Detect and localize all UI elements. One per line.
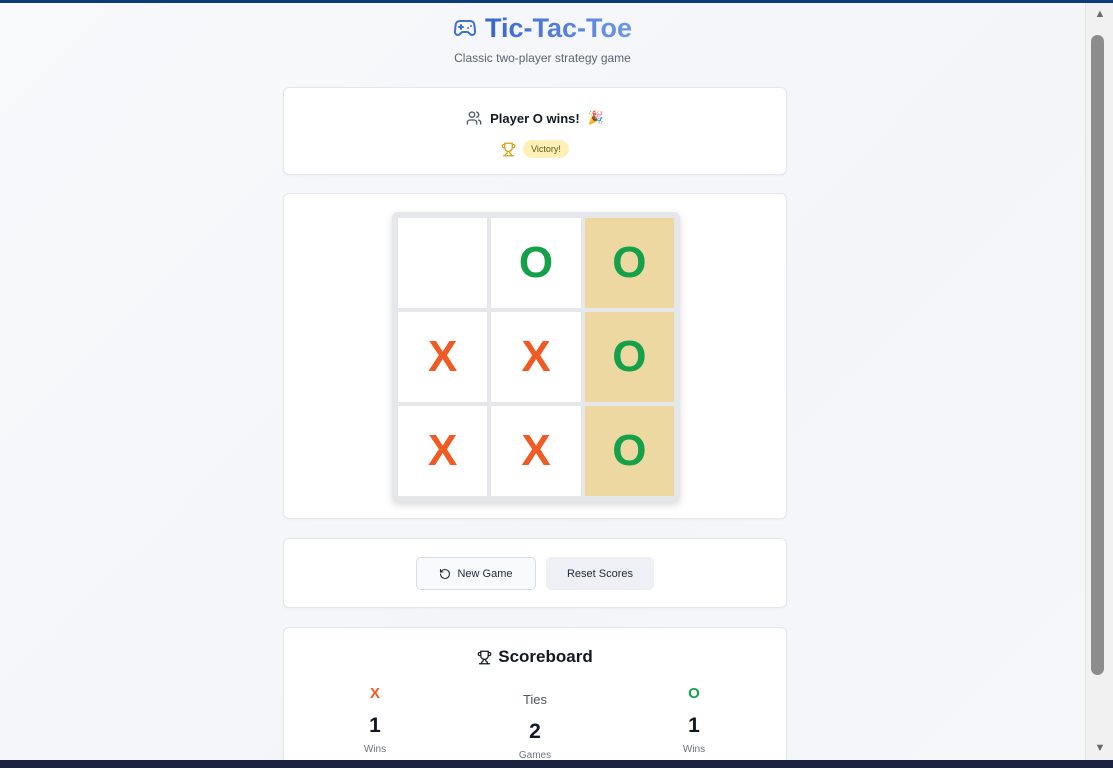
status-card: Player O wins! 🎉 Victory! <box>283 87 787 175</box>
new-game-label: New Game <box>457 567 513 580</box>
game-board: O O X X O X X O <box>392 212 680 502</box>
board-cell-4[interactable]: X <box>398 312 488 402</box>
board-cell-6[interactable]: O <box>584 312 674 402</box>
users-icon <box>466 111 482 125</box>
new-game-button[interactable]: New Game <box>416 557 536 590</box>
score-x: X 1 Wins <box>315 684 435 755</box>
trophy-icon <box>501 142 516 156</box>
controls-row: New Game Reset Scores <box>284 557 786 590</box>
board-cell-5[interactable]: X <box>491 312 581 402</box>
board-cell-8[interactable]: X <box>491 406 581 496</box>
score-x-label: X <box>369 685 380 702</box>
reset-scores-label: Reset Scores <box>566 567 634 580</box>
score-o-label: O <box>688 685 700 702</box>
score-ties-value: 2 <box>529 720 541 743</box>
score-ties-label: Ties <box>522 692 548 707</box>
badge-row: Victory! <box>284 140 786 158</box>
score-ties-sub: Games <box>518 750 552 760</box>
page-header: Tic-Tac-Toe Classic two-player strategy … <box>0 11 1085 65</box>
board-card: O O X X O X X O <box>283 193 787 519</box>
rotate-ccw-icon <box>440 568 451 579</box>
status-text: Player O wins! <box>490 110 580 126</box>
status-row: Player O wins! 🎉 <box>284 110 786 126</box>
page-title: Tic-Tac-Toe <box>484 12 633 43</box>
board-cell-9[interactable]: O <box>584 406 674 496</box>
board-cell-1[interactable] <box>398 218 488 308</box>
board-cell-7[interactable]: X <box>398 406 488 496</box>
score-o-sub: Wins <box>682 744 706 755</box>
score-ties: Ties 2 Games <box>475 690 595 760</box>
score-x-sub: Wins <box>363 744 387 755</box>
vertical-scrollbar[interactable]: ▲ ▼ <box>1085 3 1113 760</box>
score-x-value: 1 <box>369 714 381 737</box>
scroll-down-arrow-icon[interactable]: ▼ <box>1093 741 1107 755</box>
title-row: Tic-Tac-Toe <box>0 11 1085 45</box>
victory-badge: Victory! <box>523 140 569 158</box>
window-bottom-border <box>0 760 1113 768</box>
controls-card: New Game Reset Scores <box>283 538 787 608</box>
party-popper-emoji: 🎉 <box>587 110 604 125</box>
reset-scores-button[interactable]: Reset Scores <box>546 557 654 590</box>
score-o-value: 1 <box>688 714 700 737</box>
board-cell-2[interactable]: O <box>491 218 581 308</box>
scoreboard-title: Scoreboard <box>498 647 593 666</box>
scoreboard-card: Scoreboard X 1 Wins Ties 2 Games O 1 Win… <box>283 627 787 760</box>
scoreboard-title-row: Scoreboard <box>284 647 786 667</box>
scroll-up-arrow-icon[interactable]: ▲ <box>1093 7 1107 21</box>
scrollbar-thumb[interactable] <box>1091 35 1104 675</box>
trophy-icon <box>477 650 492 664</box>
board-cell-3[interactable]: O <box>584 218 674 308</box>
page-viewport: Tic-Tac-Toe Classic two-player strategy … <box>0 3 1085 760</box>
score-o: O 1 Wins <box>634 684 754 755</box>
page-subtitle: Classic two-player strategy game <box>454 51 631 65</box>
gamepad-icon <box>453 20 476 36</box>
